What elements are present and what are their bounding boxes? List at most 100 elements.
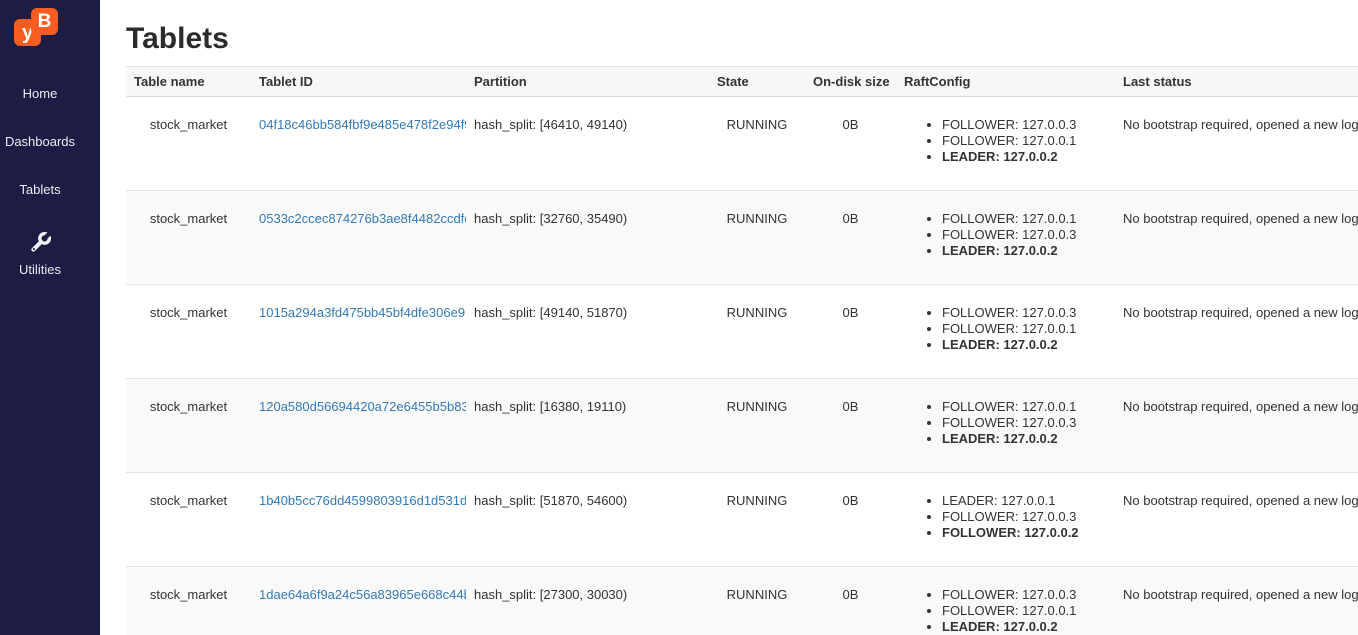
raft-config-entry: LEADER: 127.0.0.2 (942, 619, 1107, 635)
table-name-cell: stock_market (126, 191, 251, 285)
disk-size-cell: 0B (805, 473, 896, 567)
tablet-id-cell: 1dae64a6f9a24c56a83965e668c44b8e (251, 567, 466, 635)
sidebar-item-label: Utilities (19, 262, 61, 277)
sidebar-item-home[interactable]: Home (0, 86, 80, 101)
column-header-last-status: Last status (1115, 67, 1358, 97)
column-header-state: State (709, 67, 805, 97)
tablet-id-cell: 1b40b5cc76dd4599803916d1d531d903 (251, 473, 466, 567)
sidebar-item-label: Tablets (19, 182, 60, 197)
disk-size-cell: 0B (805, 191, 896, 285)
raft-config-entry: FOLLOWER: 127.0.0.2 (942, 525, 1107, 541)
tablet-id-cell: 0533c2ccec874276b3ae8f4482ccdfeb (251, 191, 466, 285)
wrench-icon (27, 230, 53, 256)
table-row: stock_market 1dae64a6f9a24c56a83965e668c4… (126, 567, 1358, 635)
last-status-cell: No bootstrap required, opened a new log (1115, 97, 1358, 191)
sidebar-nav: Home Dashboards Tablets (0, 86, 100, 277)
raft-config-entry: FOLLOWER: 127.0.0.3 (942, 587, 1107, 603)
state-cell: RUNNING (709, 473, 805, 567)
raft-config-entry: LEADER: 127.0.0.2 (942, 431, 1107, 447)
column-header-table-name: Table name (126, 67, 251, 97)
disk-size-cell: 0B (805, 567, 896, 635)
tablet-id-link[interactable]: 120a580d56694420a72e6455b5b83150 (259, 399, 466, 414)
tablets-table: Table name Tablet ID Partition State On-… (126, 66, 1358, 635)
state-cell: RUNNING (709, 97, 805, 191)
raft-config-cell: FOLLOWER: 127.0.0.1FOLLOWER: 127.0.0.3LE… (896, 379, 1115, 473)
table-row: stock_market 120a580d56694420a72e6455b5b8… (126, 379, 1358, 473)
partition-cell: hash_split: [49140, 51870) (466, 285, 709, 379)
column-header-tablet-id: Tablet ID (251, 67, 466, 97)
table-row: stock_market 0533c2ccec874276b3ae8f4482cc… (126, 191, 1358, 285)
tablet-id-link[interactable]: 1dae64a6f9a24c56a83965e668c44b8e (259, 587, 466, 602)
last-status-cell: No bootstrap required, opened a new log (1115, 285, 1358, 379)
disk-size-cell: 0B (805, 285, 896, 379)
raft-config-entry: FOLLOWER: 127.0.0.3 (942, 227, 1107, 243)
raft-config-cell: FOLLOWER: 127.0.0.3FOLLOWER: 127.0.0.1LE… (896, 97, 1115, 191)
raft-config-entry: FOLLOWER: 127.0.0.1 (942, 603, 1107, 619)
yugabyte-logo[interactable]: y B (14, 8, 60, 56)
partition-cell: hash_split: [32760, 35490) (466, 191, 709, 285)
table-row: stock_market 1b40b5cc76dd4599803916d1d531… (126, 473, 1358, 567)
app: y B Home Dashboards Tablets (0, 0, 1358, 635)
state-cell: RUNNING (709, 379, 805, 473)
sidebar: y B Home Dashboards Tablets (0, 0, 100, 635)
raft-config-entry: LEADER: 127.0.0.1 (942, 493, 1107, 509)
tablet-id-link[interactable]: 1b40b5cc76dd4599803916d1d531d903 (259, 493, 466, 508)
raft-config-entry: FOLLOWER: 127.0.0.1 (942, 399, 1107, 415)
raft-config-cell: FOLLOWER: 127.0.0.3FOLLOWER: 127.0.0.1LE… (896, 285, 1115, 379)
tablet-id-cell: 120a580d56694420a72e6455b5b83150 (251, 379, 466, 473)
tablet-id-cell: 1015a294a3fd475bb45bf4dfe306e91b (251, 285, 466, 379)
raft-config-entry: LEADER: 127.0.0.2 (942, 337, 1107, 353)
sidebar-item-dashboards[interactable]: Dashboards (0, 134, 80, 149)
raft-config-cell: LEADER: 127.0.0.1FOLLOWER: 127.0.0.3FOLL… (896, 473, 1115, 567)
table-row: stock_market 04f18c46bb584fbf9e485e478f2e… (126, 97, 1358, 191)
last-status-cell: No bootstrap required, opened a new log (1115, 567, 1358, 635)
raft-config-entry: FOLLOWER: 127.0.0.1 (942, 321, 1107, 337)
raft-config-entry: FOLLOWER: 127.0.0.3 (942, 117, 1107, 133)
raft-config-list: FOLLOWER: 127.0.0.3FOLLOWER: 127.0.0.1LE… (904, 305, 1107, 353)
table-header: Table name Tablet ID Partition State On-… (126, 67, 1358, 97)
sidebar-item-utilities[interactable]: Utilities (0, 230, 80, 277)
logo-b-square: B (31, 8, 58, 35)
last-status-cell: No bootstrap required, opened a new log (1115, 191, 1358, 285)
raft-config-entry: LEADER: 127.0.0.2 (942, 243, 1107, 259)
logo-letter-b: B (38, 12, 52, 31)
raft-config-list: FOLLOWER: 127.0.0.3FOLLOWER: 127.0.0.1LE… (904, 587, 1107, 635)
sidebar-item-tablets[interactable]: Tablets (0, 182, 80, 197)
table-name-cell: stock_market (126, 97, 251, 191)
raft-config-entry: LEADER: 127.0.0.2 (942, 149, 1107, 165)
column-header-raftconfig: RaftConfig (896, 67, 1115, 97)
raft-config-list: FOLLOWER: 127.0.0.3FOLLOWER: 127.0.0.1LE… (904, 117, 1107, 165)
raft-config-list: FOLLOWER: 127.0.0.1FOLLOWER: 127.0.0.3LE… (904, 399, 1107, 447)
sidebar-item-label: Dashboards (5, 134, 75, 149)
raft-config-list: LEADER: 127.0.0.1FOLLOWER: 127.0.0.3FOLL… (904, 493, 1107, 541)
tablet-id-link[interactable]: 1015a294a3fd475bb45bf4dfe306e91b (259, 305, 466, 320)
tablets-table-body: stock_market 04f18c46bb584fbf9e485e478f2e… (126, 97, 1358, 635)
column-header-on-disk-size: On-disk size (805, 67, 896, 97)
main-content: Tablets Table name Tablet ID Partition S… (100, 0, 1358, 635)
sidebar-item-label: Home (23, 86, 58, 101)
table-name-cell: stock_market (126, 379, 251, 473)
last-status-cell: No bootstrap required, opened a new log (1115, 379, 1358, 473)
raft-config-entry: FOLLOWER: 127.0.0.3 (942, 305, 1107, 321)
page-title: Tablets (126, 22, 1358, 56)
partition-cell: hash_split: [27300, 30030) (466, 567, 709, 635)
disk-size-cell: 0B (805, 379, 896, 473)
partition-cell: hash_split: [16380, 19110) (466, 379, 709, 473)
state-cell: RUNNING (709, 285, 805, 379)
raft-config-entry: FOLLOWER: 127.0.0.3 (942, 509, 1107, 525)
raft-config-entry: FOLLOWER: 127.0.0.1 (942, 133, 1107, 149)
tablet-id-link[interactable]: 0533c2ccec874276b3ae8f4482ccdfeb (259, 211, 466, 226)
table-name-cell: stock_market (126, 473, 251, 567)
partition-cell: hash_split: [51870, 54600) (466, 473, 709, 567)
table-name-cell: stock_market (126, 285, 251, 379)
state-cell: RUNNING (709, 567, 805, 635)
partition-cell: hash_split: [46410, 49140) (466, 97, 709, 191)
raft-config-cell: FOLLOWER: 127.0.0.1FOLLOWER: 127.0.0.3LE… (896, 191, 1115, 285)
raft-config-cell: FOLLOWER: 127.0.0.3FOLLOWER: 127.0.0.1LE… (896, 567, 1115, 635)
table-name-cell: stock_market (126, 567, 251, 635)
raft-config-entry: FOLLOWER: 127.0.0.1 (942, 211, 1107, 227)
tablet-id-cell: 04f18c46bb584fbf9e485e478f2e94f9 (251, 97, 466, 191)
tablet-id-link[interactable]: 04f18c46bb584fbf9e485e478f2e94f9 (259, 117, 466, 132)
state-cell: RUNNING (709, 191, 805, 285)
disk-size-cell: 0B (805, 97, 896, 191)
